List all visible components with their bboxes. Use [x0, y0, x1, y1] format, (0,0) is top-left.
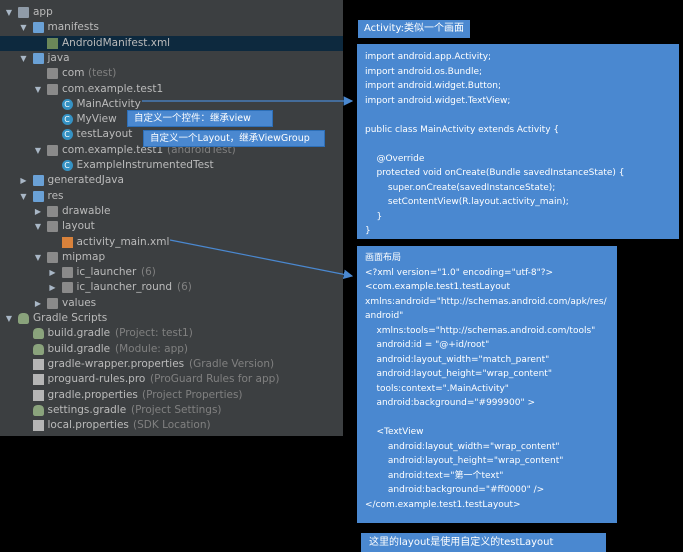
activity-title-box: Activity:类似一个画面	[358, 20, 470, 38]
layout-code: 画面布局 <?xml version="1.0" encoding="utf-8…	[365, 253, 607, 510]
layout-code-box: 画面布局 <?xml version="1.0" encoding="utf-8…	[357, 246, 617, 523]
callout-testlayout-text: 自定义一个Layout，继承ViewGroup	[150, 133, 310, 144]
callout-myview-text: 自定义一个控件：继承view	[134, 113, 251, 124]
activity-title: Activity:类似一个画面	[364, 23, 465, 34]
bottom-note-box: 这里的layout是使用自定义的testLayout	[361, 533, 606, 552]
activity-code: import android.app.Activity; import andr…	[365, 52, 625, 236]
bottom-note: 这里的layout是使用自定义的testLayout	[369, 537, 554, 548]
callout-myview: 自定义一个控件：继承view	[127, 110, 273, 127]
arrow-activitymain-to-layout	[169, 239, 354, 280]
callout-testlayout: 自定义一个Layout，继承ViewGroup	[143, 130, 325, 147]
activity-code-box: import android.app.Activity; import andr…	[357, 44, 679, 239]
